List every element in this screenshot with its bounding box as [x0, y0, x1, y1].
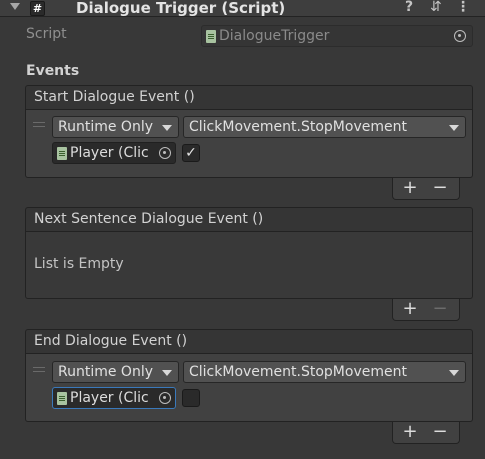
chevron-down-icon — [162, 370, 172, 376]
next-sentence-event-list: List is Empty — [25, 232, 473, 299]
script-file-icon — [57, 147, 67, 160]
start-dialogue-event-footer: + − — [392, 178, 460, 200]
drag-handle-icon[interactable] — [33, 122, 45, 127]
argument-checkbox[interactable]: ✓ — [182, 144, 200, 162]
start-dialogue-event-header: Start Dialogue Event () — [25, 85, 473, 110]
list-empty-text: List is Empty — [34, 256, 124, 272]
object-picker-icon[interactable] — [159, 147, 171, 159]
runtime-mode-value: Runtime Only — [58, 364, 153, 380]
help-icon[interactable]: ? — [405, 0, 413, 15]
target-object-field[interactable]: Player (Clic — [52, 387, 176, 409]
script-label: Script — [26, 26, 67, 42]
start-dialogue-event-list: Runtime Only ClickMovement.StopMovement … — [25, 110, 473, 178]
drag-handle-icon[interactable] — [33, 367, 45, 372]
target-object-field[interactable]: Player (Clic — [52, 142, 176, 164]
end-dialogue-event-list: Runtime Only ClickMovement.StopMovement … — [25, 354, 473, 422]
end-dialogue-event-footer: + − — [392, 422, 460, 444]
function-value: ClickMovement.StopMovement — [189, 119, 407, 135]
object-picker-icon[interactable] — [454, 30, 466, 42]
add-listener-button[interactable]: + — [398, 178, 422, 198]
foldout-arrow-icon[interactable] — [10, 3, 20, 10]
script-field[interactable]: DialogueTrigger — [201, 25, 473, 47]
end-dialogue-event-header: End Dialogue Event () — [25, 329, 473, 354]
script-file-icon — [57, 392, 67, 405]
target-object-value: Player (Clic — [70, 390, 149, 406]
script-file-icon — [206, 30, 216, 43]
argument-checkbox[interactable] — [182, 389, 200, 407]
add-listener-button[interactable]: + — [398, 299, 422, 319]
context-menu-icon[interactable]: ⋮ — [456, 0, 470, 15]
presets-icon[interactable]: ⇵ — [430, 0, 442, 15]
remove-listener-button: − — [432, 298, 448, 319]
remove-listener-button[interactable]: − — [428, 178, 452, 198]
runtime-mode-value: Runtime Only — [58, 119, 153, 135]
function-dropdown[interactable]: ClickMovement.StopMovement — [183, 361, 466, 383]
script-icon[interactable]: # — [30, 1, 45, 16]
object-picker-icon[interactable] — [159, 392, 171, 404]
remove-listener-button[interactable]: − — [428, 422, 452, 442]
events-label: Events — [26, 63, 80, 79]
script-field-value: DialogueTrigger — [219, 28, 330, 44]
function-dropdown[interactable]: ClickMovement.StopMovement — [183, 116, 466, 138]
function-value: ClickMovement.StopMovement — [189, 364, 407, 380]
target-object-value: Player (Clic — [70, 145, 149, 161]
runtime-mode-dropdown[interactable]: Runtime Only — [52, 116, 179, 138]
component-header: # Dialogue Trigger (Script) ? ⇵ ⋮ — [0, 0, 485, 17]
next-sentence-event-footer: + − — [392, 299, 460, 321]
runtime-mode-dropdown[interactable]: Runtime Only — [52, 361, 179, 383]
chevron-down-icon — [162, 125, 172, 131]
chevron-down-icon — [449, 125, 459, 131]
chevron-down-icon — [449, 370, 459, 376]
component-title: Dialogue Trigger (Script) — [76, 0, 286, 17]
next-sentence-event-header: Next Sentence Dialogue Event () — [25, 207, 473, 232]
add-listener-button[interactable]: + — [398, 422, 422, 442]
